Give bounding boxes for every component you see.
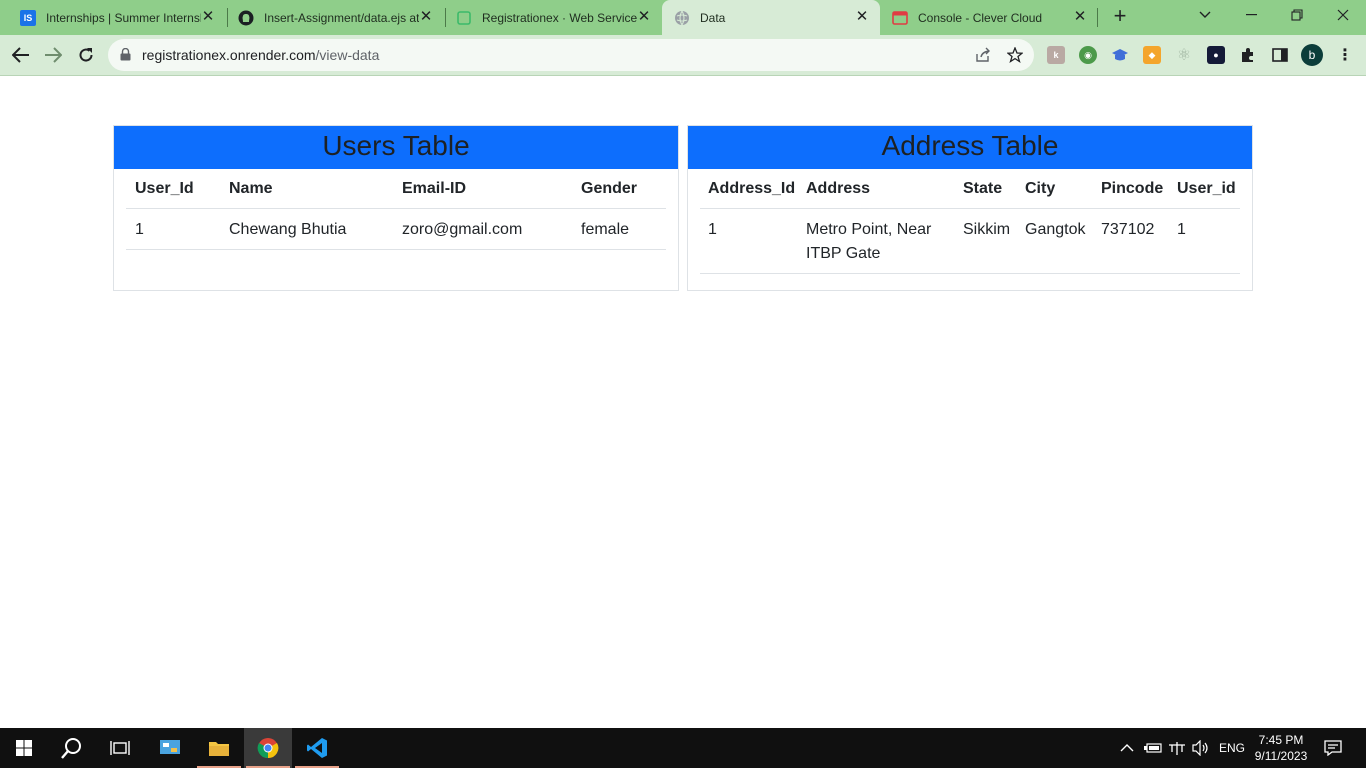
column-header: Name (229, 180, 273, 197)
volume-icon[interactable] (1192, 728, 1210, 768)
task-view-icon[interactable] (96, 728, 144, 768)
windows-start-icon[interactable] (0, 728, 48, 768)
clever-cloud-icon (892, 10, 908, 26)
close-icon[interactable]: ✕ (854, 9, 870, 25)
column-header: Gender (581, 180, 638, 197)
tab-render[interactable]: Registrationex · Web Service ✕ (444, 0, 662, 35)
close-icon[interactable]: ✕ (636, 9, 652, 25)
chrome-icon[interactable] (244, 728, 292, 768)
address-table-card: Address Table Address_Id Address State C… (687, 125, 1253, 291)
minimize-button[interactable] (1228, 0, 1274, 30)
bookmark-star-icon[interactable] (1006, 46, 1024, 64)
table-cell: ITBP Gate (806, 245, 881, 262)
table-cell: 1 (1177, 221, 1186, 238)
vscode-icon[interactable] (293, 728, 341, 768)
lock-icon[interactable] (120, 47, 131, 66)
render-icon (456, 10, 472, 26)
table-row: 1 Chewang Bhutia zoro@gmail.com female (126, 209, 666, 250)
close-icon[interactable]: ✕ (200, 9, 216, 25)
file-explorer-icon[interactable] (195, 728, 243, 768)
table-cell: Sikkim (963, 221, 1011, 238)
extension-icon[interactable]: k (1047, 46, 1065, 64)
github-icon (238, 10, 254, 26)
menu-kebab-icon[interactable]: ⋮ (1336, 46, 1354, 64)
tab-title: Data (700, 10, 726, 25)
notifications-icon[interactable] (1324, 728, 1342, 768)
column-header: Address_Id (708, 180, 796, 197)
system-clock[interactable]: 7:45 PM 9/11/2023 (1252, 732, 1310, 764)
table-cell: Metro Point, Near (806, 221, 932, 238)
share-icon[interactable] (974, 46, 992, 64)
profile-avatar[interactable]: b (1301, 44, 1323, 66)
reload-button[interactable] (73, 42, 99, 68)
extension-icon[interactable]: ◆ (1143, 46, 1161, 64)
column-header: City (1025, 180, 1056, 197)
extension-icon[interactable]: ◉ (1079, 46, 1097, 64)
windows-taskbar: ENG 7:45 PM 9/11/2023 (0, 728, 1366, 768)
extensions-puzzle-icon[interactable] (1239, 46, 1257, 64)
table-cell: Chewang Bhutia (229, 221, 347, 238)
table-header-row: Address_Id Address State City Pincode Us… (700, 169, 1240, 209)
users-table: User_Id Name Email-ID Gender 1 Chewang B… (126, 169, 666, 250)
close-icon[interactable]: ✕ (1072, 9, 1088, 25)
table-cell: 1 (135, 221, 144, 238)
close-window-button[interactable] (1320, 0, 1366, 30)
tab-clever-cloud[interactable]: Console - Clever Cloud ✕ (880, 0, 1098, 35)
forward-button[interactable] (40, 42, 66, 68)
browser-toolbar: registrationex.onrender.com/view-data k … (0, 35, 1366, 76)
column-header: Pincode (1101, 180, 1164, 197)
address-table: Address_Id Address State City Pincode Us… (700, 169, 1240, 274)
tray-overflow-icon[interactable] (1120, 728, 1134, 768)
table-cell: Gangtok (1025, 221, 1086, 238)
column-header: Address (806, 180, 871, 197)
tab-title: Console - Clever Cloud (918, 10, 1043, 25)
back-button[interactable] (8, 42, 34, 68)
tab-search-button[interactable] (1182, 0, 1228, 30)
table-cell: female (581, 221, 630, 238)
table-header-row: User_Id Name Email-ID Gender (126, 169, 666, 209)
extension-icon[interactable] (1111, 46, 1129, 64)
table-cell: 737102 (1101, 221, 1155, 238)
clock-time: 7:45 PM (1258, 733, 1304, 747)
internshala-icon: IS (20, 9, 36, 26)
table-row: 1 Metro Point, Near ITBP Gate Sikkim Gan… (700, 209, 1240, 274)
new-tab-button[interactable]: + (1108, 5, 1132, 29)
tab-title: Insert-Assignment/data.ejs at main (264, 10, 419, 25)
extension-icon[interactable]: ● (1207, 46, 1225, 64)
address-table-title: Address Table (688, 126, 1252, 169)
clock-date: 9/11/2023 (1254, 749, 1308, 763)
language-indicator[interactable]: ENG (1219, 728, 1245, 768)
tab-title: Registrationex · Web Service (482, 10, 637, 25)
restore-button[interactable] (1274, 0, 1320, 30)
side-panel-icon[interactable] (1271, 46, 1289, 64)
extension-icon[interactable]: ⚛ (1175, 46, 1193, 64)
column-header: User_id (1177, 180, 1236, 197)
tab-github[interactable]: Insert-Assignment/data.ejs at main ✕ (226, 0, 444, 35)
tab-internshala[interactable]: IS Internships | Summer Internships ✕ (8, 0, 226, 35)
users-table-title: Users Table (114, 126, 678, 169)
table-cell: 1 (708, 221, 717, 238)
column-header: User_Id (135, 180, 194, 197)
users-table-card: Users Table User_Id Name Email-ID Gender… (113, 125, 679, 291)
control-panel-icon[interactable] (146, 728, 194, 768)
search-icon[interactable] (48, 728, 96, 768)
tab-data-active[interactable]: Data ✕ (662, 0, 880, 35)
globe-icon (674, 10, 690, 26)
network-icon[interactable] (1168, 728, 1186, 768)
address-bar[interactable]: registrationex.onrender.com/view-data (108, 39, 1034, 71)
battery-icon[interactable] (1144, 728, 1162, 768)
column-header: State (963, 180, 1003, 197)
tab-strip: IS Internships | Summer Internships ✕ In… (0, 0, 1366, 35)
column-header: Email-ID (402, 180, 467, 197)
tab-title: Internships | Summer Internships (46, 10, 201, 25)
url-text: registrationex.onrender.com/view-data (142, 47, 380, 63)
close-icon[interactable]: ✕ (418, 9, 434, 25)
table-cell: zoro@gmail.com (402, 221, 523, 238)
